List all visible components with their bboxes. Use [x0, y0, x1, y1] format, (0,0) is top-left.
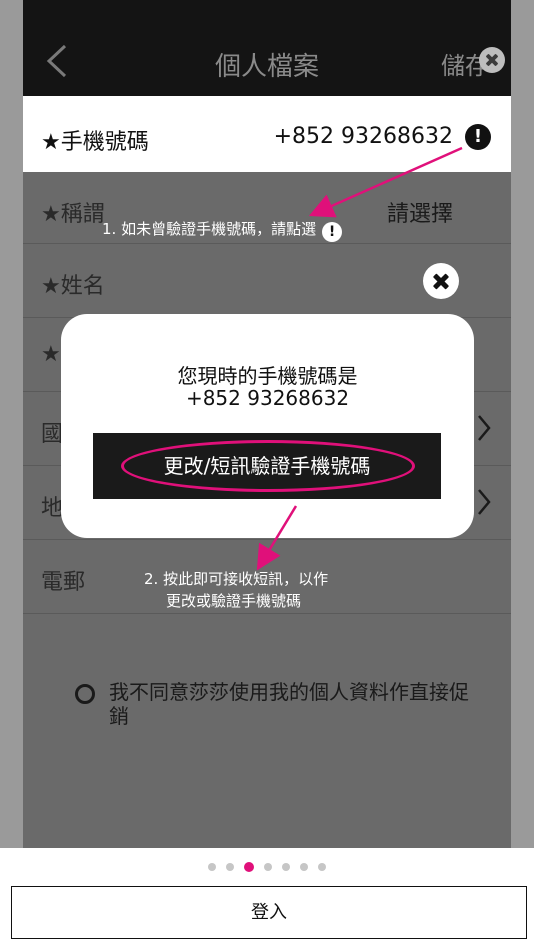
- region-label: 地: [41, 496, 64, 521]
- annotation-step2: 2. 按此即可接收短訊，以作 更改或驗證手機號碼: [144, 568, 328, 612]
- phone-row[interactable]: ★手機號碼 +852 93268632 !: [23, 96, 511, 172]
- page-dot-active[interactable]: [244, 862, 254, 872]
- name-label: ★姓名: [41, 274, 105, 299]
- phone-label: ★手機號碼: [41, 130, 149, 155]
- popup-phone-number: +852 93268632: [185, 386, 350, 410]
- alert-icon: !: [322, 222, 343, 242]
- consent-radio[interactable]: [75, 684, 95, 704]
- left-background: [0, 0, 23, 848]
- country-label: 國: [41, 422, 64, 447]
- annotation-step1: 1. 如未曾驗證手機號碼，請點選!: [102, 218, 343, 242]
- page-indicator: [0, 862, 534, 872]
- hidden-row-label: ★: [41, 342, 61, 367]
- clear-name-icon[interactable]: [423, 263, 459, 299]
- page-dot[interactable]: [264, 863, 272, 871]
- page-dot[interactable]: [226, 863, 234, 871]
- close-icon[interactable]: [479, 47, 505, 73]
- consent-text: 我不同意莎莎使用我的個人資料作直接促銷: [109, 680, 469, 728]
- annotation-step2-line1: 2. 按此即可接收短訊，以作: [144, 570, 329, 588]
- annotation-step2-line2: 更改或驗證手機號碼: [166, 592, 302, 610]
- nav-bar: 個人檔案 儲存: [23, 0, 511, 96]
- page-title: 個人檔案: [214, 52, 319, 82]
- consent-area: 我不同意莎莎使用我的個人資料作直接促銷: [23, 614, 511, 848]
- popup-message: 您現時的手機號碼是: [177, 364, 358, 388]
- phone-value: +852 93268632: [273, 124, 453, 149]
- phone-popup: 您現時的手機號碼是 +852 93268632 更改/短訊驗證手機號碼: [61, 314, 474, 538]
- title-select[interactable]: 請選擇: [387, 196, 453, 228]
- annotation-step1-text: 1. 如未曾驗證手機號碼，請點選: [102, 220, 317, 238]
- page-dot[interactable]: [318, 863, 326, 871]
- chevron-right-icon: [478, 489, 491, 515]
- chevron-right-icon: [478, 415, 491, 441]
- page-dot[interactable]: [282, 863, 290, 871]
- page-dot[interactable]: [208, 863, 216, 871]
- title-label: ★稱謂: [41, 202, 105, 227]
- alert-icon[interactable]: !: [465, 124, 491, 150]
- page-dot[interactable]: [300, 863, 308, 871]
- login-button[interactable]: 登入: [11, 886, 527, 939]
- email-label: 電郵: [41, 570, 86, 595]
- verify-phone-button[interactable]: 更改/短訊驗證手機號碼: [93, 433, 441, 499]
- right-background: [511, 0, 534, 848]
